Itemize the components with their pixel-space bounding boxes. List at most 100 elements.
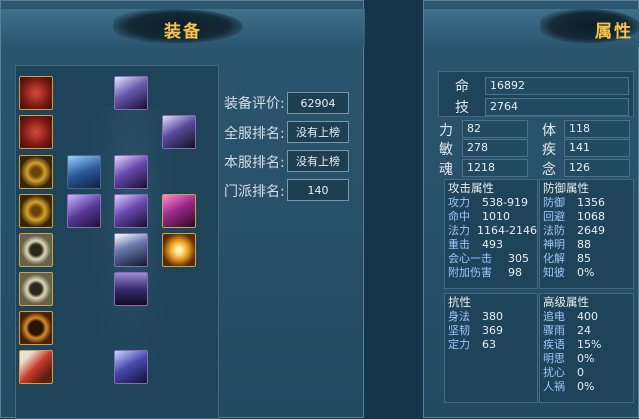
defense-row-name: 神明	[543, 238, 565, 251]
advanced-attributes-section: 高级属性 追电 400 骤雨 24 疾语 15% 明思 0% 扰心 0 人祸 0%	[539, 293, 634, 403]
amulet-slot-2[interactable]	[19, 115, 53, 149]
resist-row: 坚韧 369	[448, 324, 537, 338]
advanced-row-value: 400	[577, 310, 598, 323]
local-rank-value: 没有上榜	[287, 150, 349, 172]
advanced-row-name: 明思	[543, 352, 565, 365]
advanced-row-value: 15%	[577, 338, 602, 351]
spd-value: 141	[564, 139, 630, 157]
server-rank-label: 全服排名:	[224, 126, 285, 142]
amulet-slot-1[interactable]	[19, 76, 53, 110]
advanced-row: 明思 0%	[543, 352, 633, 366]
advanced-row-name: 扰心	[543, 366, 565, 379]
advanced-row-value: 0%	[577, 352, 595, 365]
attack-row-value: 538-919	[482, 196, 528, 209]
bracelet-slot-2[interactable]	[19, 194, 53, 228]
attack-row-value: 305	[508, 252, 529, 265]
defense-row: 法防 2649	[543, 224, 633, 238]
resist-attributes-section: 抗性 身法 380 坚韧 369 定力 63	[444, 293, 538, 403]
advanced-row-value: 24	[577, 324, 591, 337]
defense-row: 防御 1356	[543, 196, 633, 210]
advanced-row-value: 0%	[577, 380, 595, 393]
attack-row-value: 1010	[482, 210, 510, 223]
attributes-title: 属性	[595, 22, 633, 42]
defense-row: 知彼 0%	[543, 266, 633, 280]
attributes-panel: 属性 命 16892 技 2764 力 82 体 118 敏 278 疾 141…	[423, 0, 639, 418]
attack-row: 攻力 538-919	[448, 196, 537, 210]
attack-row-name: 法力	[448, 224, 470, 237]
defense-row-value: 85	[577, 252, 591, 265]
resist-row-name: 身法	[448, 310, 470, 323]
resist-row-value: 380	[482, 310, 503, 323]
defense-row-value: 88	[577, 238, 591, 251]
defense-row-value: 0%	[577, 266, 595, 279]
attack-row-name: 命中	[448, 210, 470, 223]
advanced-row: 骤雨 24	[543, 324, 633, 338]
str-value: 82	[462, 120, 528, 138]
orb-slot[interactable]	[162, 233, 196, 267]
faction-rank-value: 140	[287, 179, 349, 201]
defense-row-value: 2649	[577, 224, 605, 237]
attack-row-value: 493	[482, 238, 503, 251]
faction-rank-label: 门派排名:	[224, 184, 285, 200]
body-label: 体	[542, 123, 556, 139]
hp-label: 命	[455, 79, 469, 95]
vitals-box: 命 16892 技 2764	[438, 71, 634, 117]
attack-row-value: 1164-2146	[477, 224, 537, 237]
server-rank-value: 没有上榜	[287, 121, 349, 143]
advanced-row: 追电 400	[543, 310, 633, 324]
necklace-slot[interactable]	[19, 311, 53, 345]
pants-slot[interactable]	[114, 272, 148, 306]
weapon-slot[interactable]	[67, 155, 101, 189]
ring-slot-2[interactable]	[19, 272, 53, 306]
belt-slot[interactable]	[114, 194, 148, 228]
fashion-slot[interactable]	[162, 194, 196, 228]
bracelet-slot-1[interactable]	[19, 155, 53, 189]
soul-label: 魂	[439, 162, 453, 178]
defense-header: 防御属性	[543, 181, 589, 195]
skill-value: 2764	[485, 98, 629, 116]
defense-attributes-section: 防御属性 防御 1356 回避 1068 法防 2649 神明 88 化解 85 知彼 0%	[539, 179, 634, 289]
defense-row: 神明 88	[543, 238, 633, 252]
resist-row-value: 63	[482, 338, 496, 351]
wings-slot[interactable]	[114, 233, 148, 267]
hp-value: 16892	[485, 77, 629, 95]
boots-slot[interactable]	[114, 350, 148, 384]
advanced-header: 高级属性	[543, 295, 589, 309]
attack-row-name: 重击	[448, 238, 470, 251]
resist-row-name: 坚韧	[448, 324, 470, 337]
defense-row-name: 回避	[543, 210, 565, 223]
defense-row: 回避 1068	[543, 210, 633, 224]
armor-slot[interactable]	[114, 155, 148, 189]
helmet-slot[interactable]	[114, 76, 148, 110]
rating-label: 装备评价:	[224, 96, 285, 112]
defense-row-value: 1356	[577, 196, 605, 209]
advanced-row: 扰心 0	[543, 366, 633, 380]
talisman-slot[interactable]	[19, 350, 53, 384]
defense-row-name: 防御	[543, 196, 565, 209]
attack-row-name: 会心一击	[448, 252, 492, 265]
defense-row-name: 知彼	[543, 266, 565, 279]
attack-row-value: 98	[508, 266, 522, 279]
agi-label: 敏	[439, 142, 453, 158]
attack-row: 命中 1010	[448, 210, 537, 224]
mind-value: 126	[564, 159, 630, 177]
ring-slot-1[interactable]	[19, 233, 53, 267]
equipment-panel: 装备 装备评价: 62904 全服排名: 没有上榜 本服排名: 没有上榜 门派排…	[0, 0, 365, 419]
mind-label: 念	[542, 162, 556, 178]
attack-row: 重击 493	[448, 238, 537, 252]
defense-row-name: 法防	[543, 224, 565, 237]
agi-value: 278	[462, 139, 528, 157]
advanced-row-name: 追电	[543, 310, 565, 323]
resist-row: 身法 380	[448, 310, 537, 324]
advanced-row-value: 0	[577, 366, 584, 379]
defense-row-value: 1068	[577, 210, 605, 223]
rating-value: 62904	[287, 92, 349, 114]
resist-row-name: 定力	[448, 338, 470, 351]
sleeve-slot[interactable]	[67, 194, 101, 228]
attack-header: 攻击属性	[448, 181, 494, 195]
str-label: 力	[439, 123, 453, 139]
mount-slot[interactable]	[162, 115, 196, 149]
advanced-row: 人祸 0%	[543, 380, 633, 394]
advanced-row-name: 人祸	[543, 380, 565, 393]
soul-value: 1218	[462, 159, 528, 177]
